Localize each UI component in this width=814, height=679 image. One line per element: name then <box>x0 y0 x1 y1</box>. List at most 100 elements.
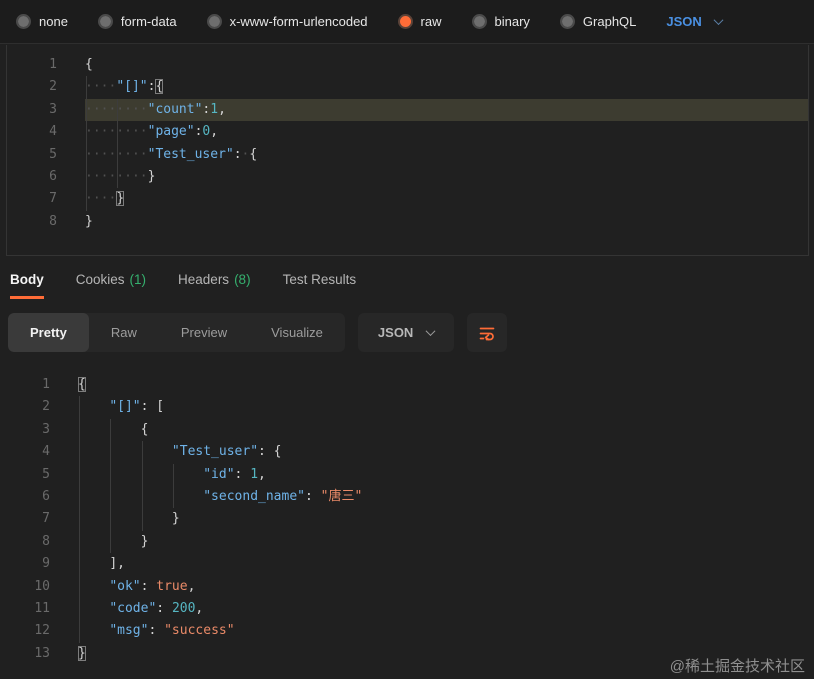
token-b: true <box>156 578 188 594</box>
token-p: } <box>171 511 180 527</box>
body-type-label: raw <box>420 14 442 29</box>
line-number: 3 <box>49 101 57 117</box>
tab-body[interactable]: Body <box>10 272 44 299</box>
tab-label: Body <box>10 272 44 287</box>
code-text: ········} <box>85 165 808 189</box>
token-k: "msg" <box>109 623 149 639</box>
indent-guide-icon <box>141 485 143 509</box>
code-line: 5 ········"Test_user":·{ <box>7 143 808 166</box>
watermark: @稀土掘金技术社区 <box>669 658 805 675</box>
token-p: , <box>258 466 266 482</box>
token-ws <box>78 511 172 526</box>
token-wsd: ········ <box>85 168 148 184</box>
code-line: 8 } <box>0 530 814 554</box>
indent-guide-icon <box>79 485 80 509</box>
code-line: 3 { <box>0 418 814 442</box>
indent-guide-icon <box>79 597 80 621</box>
token-p: } <box>140 533 149 549</box>
token-bb: } <box>116 191 125 207</box>
token-k: "ok" <box>109 578 141 594</box>
token-k: "id" <box>203 466 235 482</box>
code-text: { <box>85 54 808 76</box>
code-text: ], <box>78 553 814 576</box>
token-p: : { <box>258 444 282 460</box>
code-text: ········"Test_user":·{ <box>85 143 808 166</box>
code-text: "ok": true, <box>78 575 814 598</box>
radio-icon <box>559 14 575 29</box>
token-p: { <box>249 146 258 162</box>
body-type-option-GraphQL[interactable]: GraphQL <box>559 14 637 29</box>
request-body-editor[interactable]: 1{2 ····"[]":{3 ········"count":1, 4 ·······… <box>6 45 809 256</box>
body-type-option-none[interactable]: none <box>16 14 68 29</box>
tab-label: Headers <box>178 272 230 287</box>
indent-guide-icon <box>79 463 80 486</box>
line-number: 8 <box>49 213 57 229</box>
indent-guide-icon <box>86 76 87 99</box>
indent-guide-icon <box>117 98 119 122</box>
token-k: "Test_user" <box>171 444 259 460</box>
tab-headers[interactable]: Headers (8) <box>178 272 251 299</box>
code-line: 12 "msg": "success" <box>0 620 814 643</box>
indent-guide-icon <box>79 396 80 419</box>
code-text: "Test_user": { <box>78 441 814 464</box>
line-number: 6 <box>49 168 57 184</box>
line-number: 9 <box>42 556 50 572</box>
token-k: "page" <box>147 124 195 140</box>
token-k: "count" <box>147 101 203 117</box>
token-p: : <box>233 146 242 162</box>
indent-guide-icon <box>110 441 112 464</box>
view-tab-visualize[interactable]: Visualize <box>249 313 345 352</box>
response-tabs: Body Cookies (1) Headers (8) Test Results <box>10 272 356 299</box>
token-n: 1 <box>210 101 219 117</box>
body-type-option-x-www-form-urlencoded[interactable]: x-www-form-urlencoded <box>206 14 368 29</box>
line-number: 2 <box>42 399 50 415</box>
code-text: } <box>78 530 814 554</box>
code-line: 11 "code": 200, <box>0 597 814 621</box>
tab-count-badge: (1) <box>129 272 147 287</box>
line-number: 5 <box>49 146 57 162</box>
code-line: 9 ], <box>0 553 814 576</box>
token-p: { <box>140 421 149 437</box>
code-line: 3 ········"count":1, <box>7 98 808 122</box>
body-type-label: none <box>39 14 68 29</box>
code-text: } <box>78 508 814 531</box>
wrap-lines-button[interactable] <box>467 313 508 352</box>
code-line: 5 "id": 1, <box>0 463 814 486</box>
view-tab-raw[interactable]: Raw <box>89 313 159 352</box>
token-p: } <box>85 213 93 229</box>
code-line: 7 ····} <box>7 188 808 211</box>
token-k: "[]" <box>109 399 141 415</box>
token-ws <box>78 601 109 616</box>
response-format-value: JSON <box>377 325 414 340</box>
body-type-label: binary <box>494 14 530 29</box>
indent-guide-icon <box>110 508 112 531</box>
body-type-option-binary[interactable]: binary <box>471 14 530 29</box>
raw-language-selector[interactable]: JSON <box>666 14 724 29</box>
line-number: 2 <box>49 79 57 95</box>
indent-guide-icon <box>79 441 80 464</box>
response-body-viewer[interactable]: 1{2 "[]": [3 {4 "Test_user": {5 "id": 1,… <box>0 366 814 679</box>
tab-test-results[interactable]: Test Results <box>283 272 357 299</box>
token-k: "code" <box>109 600 157 616</box>
indent-guide-icon <box>110 530 112 554</box>
body-type-label: GraphQL <box>582 14 637 29</box>
indent-guide-icon <box>172 485 174 509</box>
line-number: 10 <box>34 578 50 594</box>
view-tab-preview[interactable]: Preview <box>159 313 249 352</box>
body-type-option-form-data[interactable]: form-data <box>97 14 177 29</box>
token-ws <box>78 399 109 414</box>
token-n: 1 <box>250 466 259 482</box>
radio-icon <box>471 14 487 29</box>
radio-icon <box>397 14 413 29</box>
body-type-option-raw[interactable]: raw <box>397 14 442 29</box>
tab-cookies[interactable]: Cookies (1) <box>76 272 146 299</box>
code-line: 2 ····"[]":{ <box>7 76 808 99</box>
indent-guide-icon <box>110 418 112 442</box>
indent-guide-icon <box>79 575 80 598</box>
response-format-dropdown[interactable]: JSON <box>357 313 455 352</box>
view-tab-pretty[interactable]: Pretty <box>8 313 89 352</box>
token-ws <box>78 444 172 459</box>
token-ws <box>78 623 109 638</box>
token-p: { <box>85 57 93 72</box>
indent-guide-icon <box>117 143 119 166</box>
